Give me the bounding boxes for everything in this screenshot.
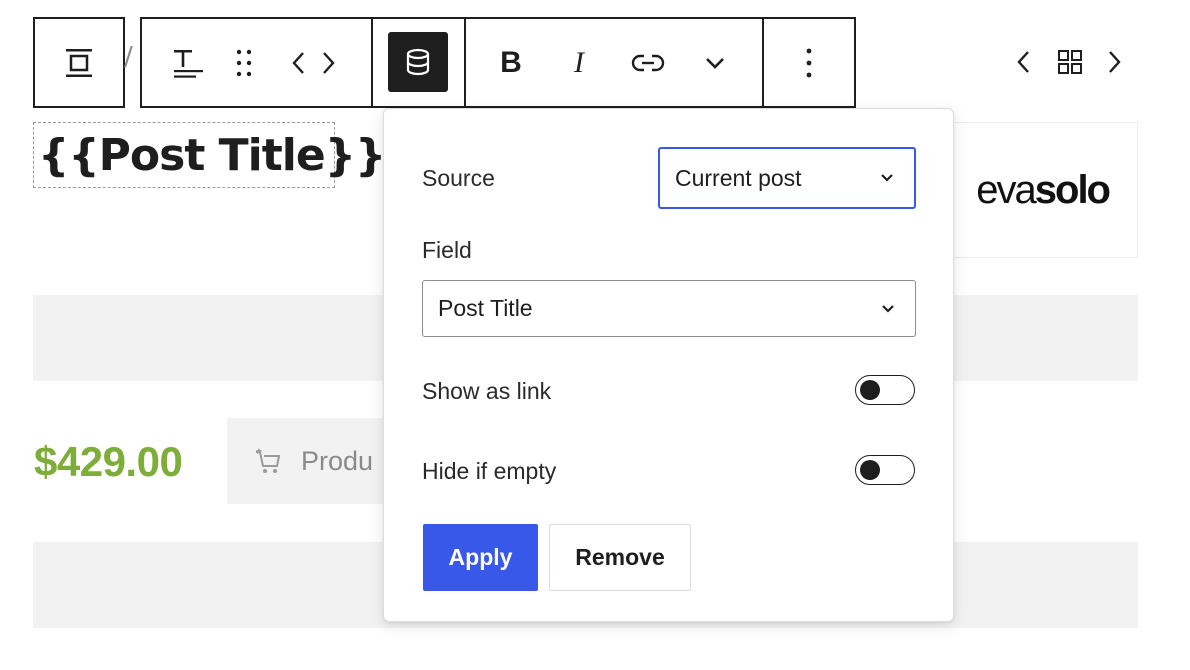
toolbar-separator: [464, 19, 466, 106]
cart-icon: [256, 448, 281, 473]
brand-logo: evasolo: [976, 167, 1111, 213]
toolbar-group-main: B I: [140, 17, 856, 108]
post-title: {{Post Title}}: [38, 129, 386, 181]
source-select-value: Current post: [675, 164, 802, 191]
drag-handle[interactable]: [224, 19, 264, 106]
show-as-link-label: Show as link: [422, 378, 552, 404]
logo-text-light: eva: [976, 167, 1036, 212]
source-select[interactable]: Current post: [658, 147, 916, 209]
link-icon: [631, 54, 665, 71]
italic-icon: I: [574, 45, 584, 79]
next-button[interactable]: [1098, 44, 1130, 80]
add-to-cart-label: Produ: [301, 445, 374, 476]
grid-view-button[interactable]: [1052, 44, 1088, 80]
italic-button[interactable]: I: [546, 19, 612, 106]
binding-popover: Source Current post Field Post Title Sho…: [383, 108, 954, 622]
chevron-down-icon: [881, 174, 893, 182]
toolbar-group-parent: [33, 17, 125, 108]
previous-button[interactable]: [1008, 44, 1040, 80]
post-title-block[interactable]: {{Post Title}}: [33, 122, 386, 188]
field-select-value: Post Title: [438, 295, 533, 321]
chevron-right-icon: [1109, 51, 1121, 73]
select-parent-button[interactable]: [35, 19, 123, 106]
options-button[interactable]: [764, 19, 854, 106]
text-align-icon: [174, 49, 203, 78]
chevron-down-icon: [706, 57, 724, 69]
breadcrumb-separator: /: [124, 42, 133, 72]
more-rich-text-button[interactable]: [684, 19, 746, 106]
chevron-left-right-icon: [292, 51, 335, 74]
toggle-knob: [860, 460, 880, 480]
hide-if-empty-toggle[interactable]: [855, 455, 915, 485]
bold-icon: B: [500, 45, 522, 79]
source-label: Source: [422, 165, 495, 191]
toolbar-separator: [371, 19, 373, 106]
database-icon: [406, 48, 430, 76]
field-select[interactable]: Post Title: [422, 280, 916, 337]
drag-handle-icon: [236, 49, 252, 76]
link-button[interactable]: [612, 19, 684, 106]
align-center-icon: [66, 48, 92, 77]
show-as-link-toggle[interactable]: [855, 375, 915, 405]
remove-button[interactable]: Remove: [549, 524, 691, 591]
bold-button[interactable]: B: [476, 19, 546, 106]
logo-text-heavy: solo: [1034, 167, 1111, 212]
chevron-left-icon: [1017, 51, 1029, 73]
hide-if-empty-label: Hide if empty: [422, 458, 557, 484]
bindings-button[interactable]: [388, 32, 448, 92]
apply-button[interactable]: Apply: [423, 524, 538, 591]
more-vertical-icon: [806, 48, 812, 77]
field-label: Field: [422, 237, 472, 263]
text-align-button[interactable]: [152, 19, 224, 106]
move-button[interactable]: [284, 19, 346, 106]
product-price: $429.00: [34, 438, 183, 485]
chevron-down-icon: [882, 304, 894, 313]
toggle-knob: [860, 380, 880, 400]
grid-icon: [1058, 50, 1082, 74]
